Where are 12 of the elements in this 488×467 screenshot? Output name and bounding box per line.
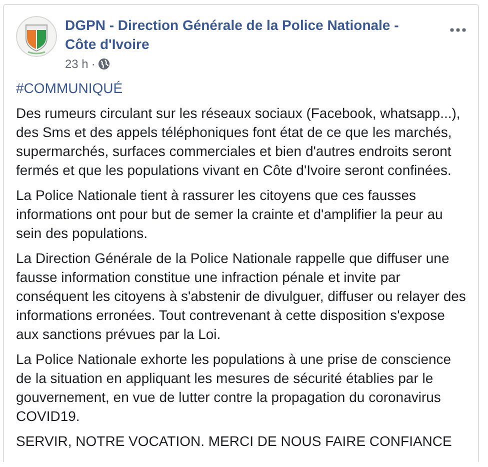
post-paragraph: La Police Nationale tient à rassurer les citoyens que ces fausses informations ont pour but de semer la crainte et d'amplifier la peur au sein des populations. (16, 186, 444, 243)
page-logo[interactable] (16, 16, 57, 57)
more-icon (450, 28, 466, 32)
separator-dot: · (91, 57, 96, 71)
post-time[interactable]: 23 h (65, 57, 88, 71)
post-paragraph: La Police Nationale exhorte les populations à une prise de conscience de la situation en appliquant les mesures de sécurité établies par le gouvernement, en vue de lutter contre la propagation du coronavirus COVID19. (16, 350, 452, 426)
page-name-link[interactable]: DGPN - Direction Générale de la Police Nationale - Côte d'Ivoire (65, 16, 442, 54)
post-paragraph: La Direction Générale de la Police Nationale rappelle que diffuser une fausse information constitue une infraction pénale et invite par conséquent les citoyens à s'abstenir de divulguer, diffuser ou relayer des informations erronées. Tout contrevenant à cette disposition s'expose aux sanctions prévues par la Loi. (16, 249, 466, 344)
post-paragraph: Des rumeurs circulant sur les réseaux sociaux (Facebook, whatsapp...), des Sms et des appels téléphoniques font état de ce que les marchés, supermarchés, surfaces commerciales et bien d'autres endroits seront fermés et que les populations vivant en Côte d'Ivoire seront confinées. (16, 104, 462, 180)
post-paragraph: SERVIR, NOTRE VOCATION. MERCI DE NOUS FAIRE CONFIANCE (16, 432, 453, 451)
hashtag-link[interactable]: #COMMUNIQUÉ (16, 79, 466, 98)
globe-icon (98, 58, 110, 70)
